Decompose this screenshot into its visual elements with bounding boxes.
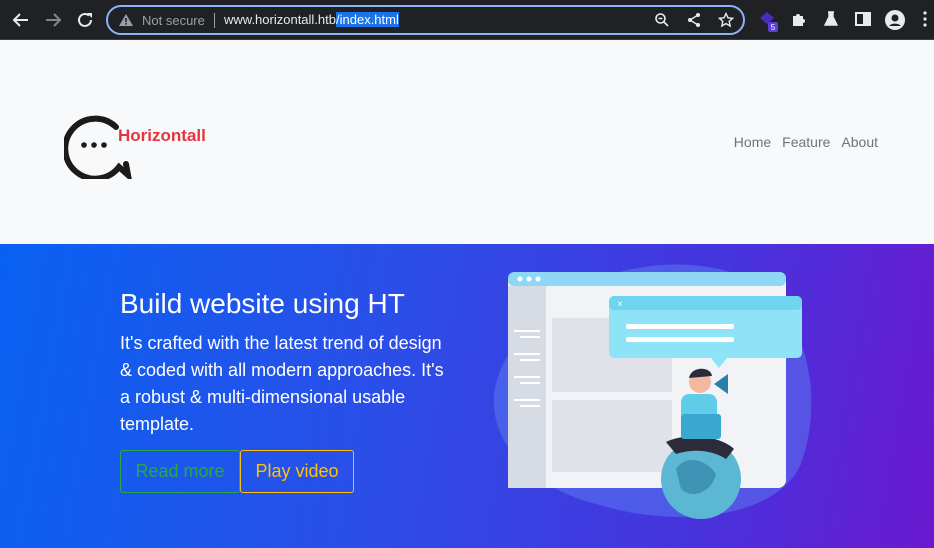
browser-toolbar: Not secure www.horizontall.htb/index.htm… xyxy=(0,0,934,40)
site-header: Horizontall Home Feature About xyxy=(0,41,934,244)
hero-text: It's crafted with the latest trend of de… xyxy=(120,333,444,434)
forward-arrow-icon[interactable] xyxy=(41,8,65,32)
share-icon[interactable] xyxy=(686,12,702,28)
url-path: /index.html xyxy=(336,12,399,27)
hero-section: Build website using HT It's crafted with… xyxy=(0,244,934,548)
address-bar[interactable]: Not secure www.horizontall.htb/index.htm… xyxy=(106,5,745,35)
puzzle-icon[interactable] xyxy=(790,10,810,30)
kebab-menu-icon[interactable] xyxy=(922,10,934,30)
reload-icon[interactable] xyxy=(73,8,97,32)
nav-home[interactable]: Home xyxy=(734,134,771,150)
sidebar-icon[interactable] xyxy=(854,10,874,30)
svg-text:×: × xyxy=(617,299,623,310)
back-arrow-icon[interactable] xyxy=(9,8,33,32)
site-logo[interactable]: Horizontall xyxy=(64,109,234,179)
url-domain: www.horizontall.htb xyxy=(224,12,336,27)
main-nav: Home Feature About xyxy=(723,134,878,150)
omnibox-divider xyxy=(214,13,215,28)
hero-title: Build website using HT xyxy=(120,288,405,319)
play-video-button[interactable]: Play video xyxy=(240,450,354,493)
star-icon[interactable] xyxy=(718,12,734,28)
profile-icon[interactable] xyxy=(885,10,905,30)
brand-name: Horizontall xyxy=(118,126,206,145)
web-page: Horizontall Home Feature About Build web… xyxy=(0,41,934,548)
url-text[interactable]: www.horizontall.htb/index.html xyxy=(224,12,399,27)
extension-badge: 5 xyxy=(771,23,776,32)
warning-icon[interactable] xyxy=(118,13,134,27)
extension-icon[interactable]: 5 xyxy=(758,10,778,32)
read-more-button[interactable]: Read more xyxy=(120,450,240,493)
security-label[interactable]: Not secure xyxy=(142,13,205,28)
nav-feature[interactable]: Feature xyxy=(782,134,830,150)
flask-icon[interactable] xyxy=(822,10,842,30)
hero-illustration: × xyxy=(493,264,812,519)
zoom-icon[interactable] xyxy=(654,12,670,28)
nav-about[interactable]: About xyxy=(841,134,878,150)
